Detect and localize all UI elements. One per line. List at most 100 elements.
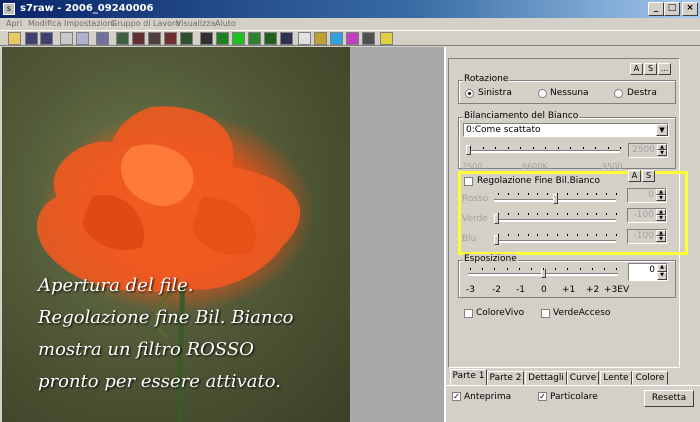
exposure-spin[interactable]: 0 ▲ ▼	[628, 263, 668, 281]
tab-colore[interactable]: Colore	[632, 371, 668, 385]
green-square-icon[interactable]	[216, 32, 229, 45]
menu-visualizza[interactable]: Visualizza	[176, 18, 215, 29]
wb-spin[interactable]: 2500 ▲ ▼	[628, 143, 668, 158]
slider-tick	[616, 213, 617, 215]
slider-tick	[470, 147, 471, 149]
maximize-button[interactable]: □	[664, 2, 680, 16]
menu-modifica[interactable]: Modifica	[28, 18, 61, 29]
caption-line-3: mostra un filtro ROSSO	[38, 339, 254, 360]
color-drop-icon[interactable]	[330, 32, 343, 45]
verde-spin-down[interactable]: ▼	[656, 215, 666, 221]
fx-icon[interactable]	[314, 32, 327, 45]
blu-slider-thumb[interactable]	[494, 235, 499, 245]
menu-impostazioni[interactable]: Impostazioni	[64, 18, 115, 29]
exposure-scale-minus3: -3	[466, 285, 475, 295]
process-icon[interactable]	[96, 32, 109, 45]
slider-tick	[557, 193, 558, 195]
slider-tick	[507, 268, 508, 270]
rgb-icon-3[interactable]	[148, 32, 161, 45]
s-button-2[interactable]: S	[642, 170, 655, 182]
verde-slider-thumb[interactable]	[494, 214, 499, 224]
slider-tick	[537, 193, 538, 195]
save-as-icon[interactable]	[40, 32, 53, 45]
blu-spin[interactable]: -100 ▲ ▼	[627, 229, 667, 244]
window-title: s7raw - 2006_09240006	[20, 3, 154, 14]
tab-parte-2[interactable]: Parte 2	[487, 371, 524, 385]
reset-button[interactable]: Resetta	[644, 390, 694, 407]
verde-spin[interactable]: -100 ▲ ▼	[627, 208, 667, 223]
exposure-spin-down[interactable]: ▼	[657, 272, 667, 280]
a-button[interactable]: A	[630, 63, 643, 75]
anteprima-checkbox[interactable]: ✓	[452, 392, 461, 401]
verde-slider-track[interactable]	[494, 219, 616, 222]
rosso-slider-thumb[interactable]	[553, 194, 558, 204]
minimize-button[interactable]: _	[648, 2, 664, 16]
brush-icon[interactable]	[200, 32, 213, 45]
slider-tick	[555, 268, 556, 270]
close-button[interactable]: ×	[682, 2, 698, 16]
slider-tick	[537, 234, 538, 236]
slider-tick	[567, 213, 568, 215]
rgb-icon-4[interactable]	[164, 32, 177, 45]
slider-tick	[616, 193, 617, 195]
menu-apri[interactable]: Apri	[6, 18, 22, 29]
find-icon[interactable]	[60, 32, 73, 45]
particolare-checkbox[interactable]: ✓	[538, 392, 547, 401]
anteprima-label: Anteprima	[464, 392, 512, 402]
slider-tick	[547, 213, 548, 215]
rosso-spin-down[interactable]: ▼	[656, 195, 666, 201]
rosso-spin[interactable]: 0 ▲ ▼	[627, 188, 667, 203]
wb-spin-down[interactable]: ▼	[657, 150, 667, 156]
open-icon[interactable]	[8, 32, 21, 45]
caption-line-4: pronto per essere attivato.	[38, 371, 281, 392]
save-icon[interactable]	[25, 32, 38, 45]
wb-slider-track[interactable]	[466, 150, 620, 153]
rgb-icon-1[interactable]	[116, 32, 129, 45]
chevron-down-icon[interactable]: ▼	[656, 124, 668, 136]
tab-lente[interactable]: Lente	[600, 371, 632, 385]
slider-tick	[592, 268, 593, 270]
colore-vivo-checkbox[interactable]	[464, 309, 473, 318]
slider-tick	[596, 213, 597, 215]
slider-tick	[518, 234, 519, 236]
tab-dettagli[interactable]: Dettagli	[525, 371, 567, 385]
blu-value: -100	[633, 231, 654, 241]
slider-tick	[508, 234, 509, 236]
help-icon[interactable]	[380, 32, 393, 45]
verde-acceso-label: VerdeAcceso	[553, 308, 611, 318]
palette-icon[interactable]	[346, 32, 359, 45]
slider-tick	[604, 268, 605, 270]
verde-acceso-checkbox[interactable]	[541, 309, 550, 318]
text-icon[interactable]	[280, 32, 293, 45]
slider-tick	[547, 193, 548, 195]
blu-spin-down[interactable]: ▼	[656, 236, 666, 242]
white-balance-select[interactable]: 0:Come scattato ▼	[463, 123, 669, 137]
rgb-icon-5[interactable]	[180, 32, 193, 45]
menu-aiuto[interactable]: Aiuto	[215, 18, 236, 29]
radio-nessuna[interactable]	[538, 89, 547, 98]
green-grid-icon[interactable]	[248, 32, 261, 45]
more-button[interactable]: ...	[658, 63, 671, 75]
radio-destra-label: Destra	[627, 88, 657, 98]
menu-gruppo-di-lavoro[interactable]: Gruppo di Lavoro	[111, 18, 180, 29]
regolazione-fine-checkbox[interactable]	[464, 177, 473, 186]
slider-tick	[595, 147, 596, 149]
slider-tick	[498, 213, 499, 215]
radio-destra[interactable]	[614, 89, 623, 98]
radio-sinistra[interactable]	[465, 89, 474, 98]
slider-tick	[545, 147, 546, 149]
copy-icon[interactable]	[76, 32, 89, 45]
menu-bar: Apri Modifica Impostazioni Gruppo di Lav…	[0, 18, 700, 30]
rgb-icon-2[interactable]	[132, 32, 145, 45]
s-button[interactable]: S	[644, 63, 657, 75]
tab-curve[interactable]: Curve	[567, 371, 599, 385]
exposure-spin-up[interactable]: ▲	[657, 264, 667, 272]
green-frame-icon[interactable]	[264, 32, 277, 45]
green-fill-icon[interactable]	[232, 32, 245, 45]
grid-icon[interactable]	[298, 32, 311, 45]
tab-parte-1[interactable]: Parte 1	[450, 369, 487, 386]
image-preview[interactable]: Apertura del file. Regolazione fine Bil.…	[2, 47, 350, 422]
blu-slider-track[interactable]	[494, 240, 616, 243]
a-button-2[interactable]: A	[628, 170, 641, 182]
layout-icon[interactable]	[362, 32, 375, 45]
